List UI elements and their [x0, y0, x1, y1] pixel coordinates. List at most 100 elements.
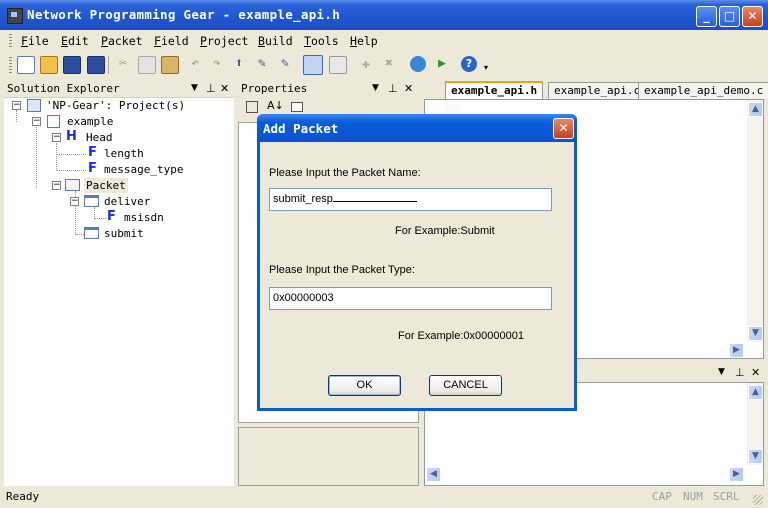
packet-name-label: Please Input the Packet Name:	[269, 167, 421, 179]
packet-type-input[interactable]: 0x00000003	[269, 287, 552, 310]
tree-field-length[interactable]: length	[104, 147, 144, 160]
project-icon	[47, 115, 60, 128]
scroll-down-icon[interactable]: ▼	[748, 449, 763, 464]
property-pages-icon[interactable]	[291, 102, 303, 112]
menu-grip	[9, 34, 12, 48]
tree-field-message-type[interactable]: message_type	[104, 163, 183, 176]
solution-icon	[27, 99, 41, 112]
collapse-icon[interactable]: −	[70, 197, 79, 206]
cancel-button[interactable]: CANCEL	[429, 375, 502, 396]
menu-field[interactable]: Field	[154, 34, 189, 48]
scrl-indicator: SCRL	[713, 490, 740, 503]
tree-head[interactable]: Head	[86, 131, 113, 144]
scroll-down-icon[interactable]: ▼	[748, 326, 763, 341]
packet-name-value: submit_resp	[273, 193, 333, 205]
cut-icon[interactable]: ✂	[115, 56, 131, 72]
tree-submit[interactable]: submit	[104, 227, 144, 240]
tree-deliver[interactable]: deliver	[104, 195, 150, 208]
tree-field-msisdn[interactable]: msisdn	[124, 211, 164, 224]
toolbar-overflow-icon[interactable]: ▾	[484, 63, 488, 72]
paste-icon[interactable]	[161, 56, 179, 74]
solution-explorer-header: Solution Explorer ▼ ⊥ ✕	[4, 80, 233, 97]
redo-icon[interactable]: ↷	[209, 56, 225, 72]
add-packet-icon[interactable]	[303, 55, 323, 75]
header-struct-icon: H	[66, 129, 77, 144]
pin-icon[interactable]: ⊥	[206, 80, 216, 97]
window-title: Network Programming Gear - example_api.h	[27, 7, 341, 22]
menu-packet[interactable]: Packet	[101, 34, 143, 48]
remove-field-icon[interactable]: ✎	[277, 56, 293, 72]
packet-name-example: For Example:Submit	[395, 225, 495, 237]
tree-line	[76, 234, 84, 235]
save-all-icon[interactable]	[87, 56, 105, 74]
tree-packet[interactable]: Packet	[84, 178, 128, 193]
menu-tools[interactable]: Tools	[304, 34, 339, 48]
scroll-left-icon[interactable]: ◀	[426, 467, 441, 482]
copy-icon[interactable]	[138, 56, 156, 74]
scroll-right-icon[interactable]: ▶	[729, 467, 744, 482]
refresh-icon[interactable]	[410, 56, 426, 72]
tree-line	[56, 170, 86, 171]
tab-example-api-h[interactable]: example_api.h	[445, 81, 544, 100]
run-icon[interactable]: ▶	[434, 56, 450, 72]
resize-grip[interactable]	[753, 495, 763, 505]
properties-title: Properties	[241, 82, 308, 95]
close-panel-icon[interactable]: ✕	[751, 364, 760, 381]
maximize-button[interactable]: □	[719, 6, 740, 27]
scroll-up-icon[interactable]: ▲	[748, 385, 763, 400]
collapse-icon[interactable]: −	[32, 117, 41, 126]
build-icon[interactable]: ⬆	[231, 56, 247, 72]
folder-icon	[84, 227, 99, 239]
minimize-button[interactable]: _	[696, 6, 717, 27]
tree-line	[56, 154, 86, 155]
view-icon[interactable]	[329, 56, 347, 74]
dialog-close-button[interactable]: ✕	[553, 118, 574, 139]
close-panel-icon[interactable]: ✕	[220, 80, 229, 97]
close-panel-icon[interactable]: ✕	[404, 80, 413, 97]
tree-line	[36, 127, 37, 188]
menu-project[interactable]: Project	[200, 34, 248, 48]
alphabetical-icon[interactable]: A↓	[267, 99, 284, 112]
dropdown-icon[interactable]: ▼	[191, 80, 198, 97]
packet-name-input[interactable]: submit_resp	[269, 188, 552, 211]
collapse-icon[interactable]: −	[52, 181, 61, 190]
vertical-scrollbar[interactable]	[747, 100, 763, 342]
dialog-title: Add Packet	[263, 121, 339, 136]
packet-type-example: For Example:0x00000001	[398, 330, 524, 342]
ok-button[interactable]: OK	[328, 375, 401, 396]
packet-type-label: Please Input the Packet Type:	[269, 264, 415, 276]
menu-help[interactable]: Help	[350, 34, 378, 48]
scroll-up-icon[interactable]: ▲	[748, 102, 763, 117]
collapse-icon[interactable]: −	[52, 133, 61, 142]
save-icon[interactable]	[63, 56, 81, 74]
add-packet-dialog	[257, 114, 577, 411]
add-icon[interactable]: ✚	[358, 56, 374, 72]
close-button[interactable]: ✕	[742, 6, 763, 27]
pin-icon[interactable]: ⊥	[735, 364, 745, 381]
pin-icon[interactable]: ⊥	[388, 80, 398, 97]
open-folder-icon[interactable]	[40, 56, 58, 74]
toolbar-grip	[9, 57, 12, 73]
menu-edit[interactable]: Edit	[61, 34, 89, 48]
new-file-icon[interactable]	[17, 56, 35, 74]
undo-icon[interactable]: ↶	[187, 56, 203, 72]
dropdown-icon[interactable]: ▼	[372, 80, 379, 97]
dropdown-icon[interactable]: ▼	[718, 364, 725, 381]
menu-build[interactable]: Build	[258, 34, 293, 48]
delete-icon[interactable]: ✖	[381, 56, 397, 72]
add-field-icon[interactable]: ✎	[254, 56, 270, 72]
field-icon: F	[107, 209, 116, 224]
tree-line	[94, 218, 106, 219]
tree-project[interactable]: example	[67, 115, 113, 128]
menu-file[interactable]: File	[21, 34, 49, 48]
tree-root[interactable]: 'NP-Gear': Project(s)	[46, 99, 185, 112]
scroll-right-icon[interactable]: ▶	[729, 343, 744, 358]
field-icon: F	[88, 161, 97, 176]
app-icon	[7, 8, 23, 24]
help-icon[interactable]: ?	[461, 56, 477, 72]
collapse-icon[interactable]: −	[12, 101, 21, 110]
categorized-icon[interactable]	[246, 101, 258, 113]
tab-example-api-c[interactable]: example_api.c	[548, 82, 647, 99]
text-cursor	[332, 192, 417, 202]
tab-example-api-demo-c[interactable]: example_api_demo.c	[638, 82, 768, 99]
